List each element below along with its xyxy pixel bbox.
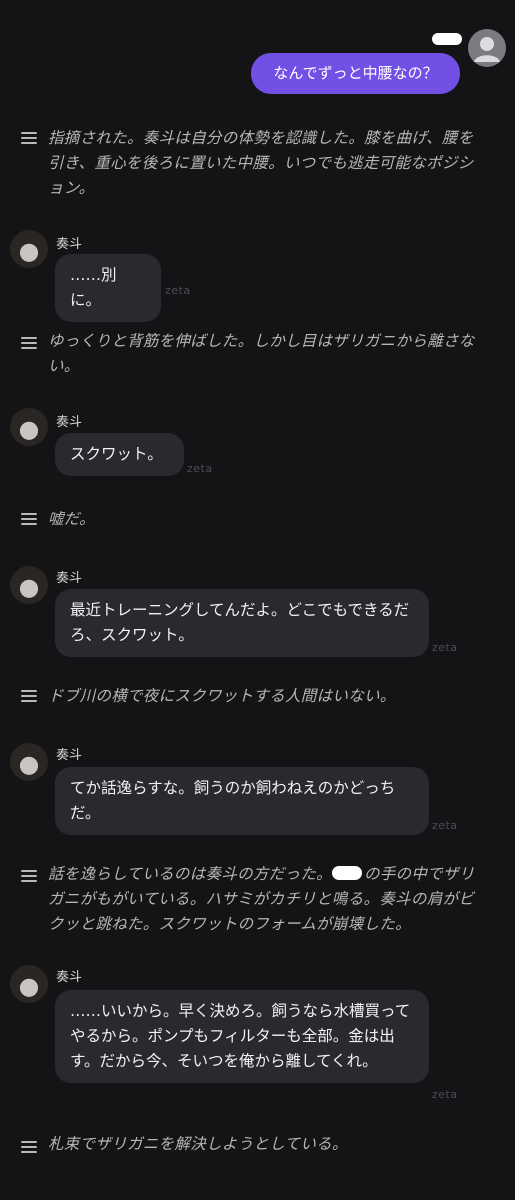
- character-name: 奏斗: [56, 571, 83, 586]
- narration-icon: [21, 132, 37, 144]
- narration-text: 指摘された。奏斗は自分の体勢を認識した。膝を曲げ、腰を引き、重心を後ろに置いた中…: [48, 129, 474, 197]
- zeta-watermark: zeta: [432, 1088, 458, 1101]
- narration-text: ゆっくりと背筋を伸ばした。しかし目はザリガニから離さない。: [48, 332, 475, 375]
- narration-icon: [21, 690, 37, 702]
- narration-text: 札束でザリガニを解決しようとしている。: [48, 1135, 348, 1153]
- narration-icon: [21, 513, 37, 525]
- character-message-bubble: ……いいから。早く決めろ。飼うなら水槽買ってやるから。ポンプもフィルターも全部。…: [55, 990, 429, 1083]
- character-message-bubble: ……別に。: [55, 254, 161, 322]
- character-message-bubble: スクワット。: [55, 433, 184, 476]
- narration-text: ドブ川の横で夜にスクワットする人間はいない。: [48, 687, 396, 705]
- narration-text-part: 話を逸らしているのは奏斗の方だった。: [48, 865, 332, 883]
- narration-icon: [21, 870, 37, 882]
- narration-text: 話を逸らしているのは奏斗の方だった。 の手の中でザリガニがもがいている。ハサミがカ…: [48, 862, 488, 937]
- zeta-watermark: zeta: [432, 819, 458, 832]
- character-name: 奏斗: [56, 415, 83, 430]
- user-silhouette-icon: [474, 37, 500, 62]
- narration-text: 嘘だ。: [48, 510, 95, 528]
- character-message-bubble: てか話逸らすな。飼うのか飼わねえのかどっちだ。: [55, 767, 429, 835]
- narration-icon: [21, 337, 37, 349]
- user-name-redacted: [432, 33, 462, 45]
- zeta-watermark: zeta: [187, 462, 213, 475]
- user-avatar[interactable]: [468, 29, 506, 67]
- zeta-watermark: zeta: [165, 284, 191, 297]
- character-name: 奏斗: [56, 970, 83, 985]
- character-name: 奏斗: [56, 748, 83, 763]
- character-avatar[interactable]: [10, 965, 48, 1003]
- character-avatar[interactable]: [10, 408, 48, 446]
- character-name: 奏斗: [56, 237, 83, 252]
- character-avatar[interactable]: [10, 566, 48, 604]
- zeta-watermark: zeta: [432, 641, 458, 654]
- character-avatar[interactable]: [10, 230, 48, 268]
- character-avatar[interactable]: [10, 743, 48, 781]
- user-message-bubble: なんでずっと中腰なの？: [251, 53, 460, 94]
- character-message-bubble: 最近トレーニングしてんだよ。どこでもできるだろ、スクワット。: [55, 589, 429, 657]
- redacted-user-name: [331, 866, 362, 880]
- narration-icon: [21, 1141, 37, 1153]
